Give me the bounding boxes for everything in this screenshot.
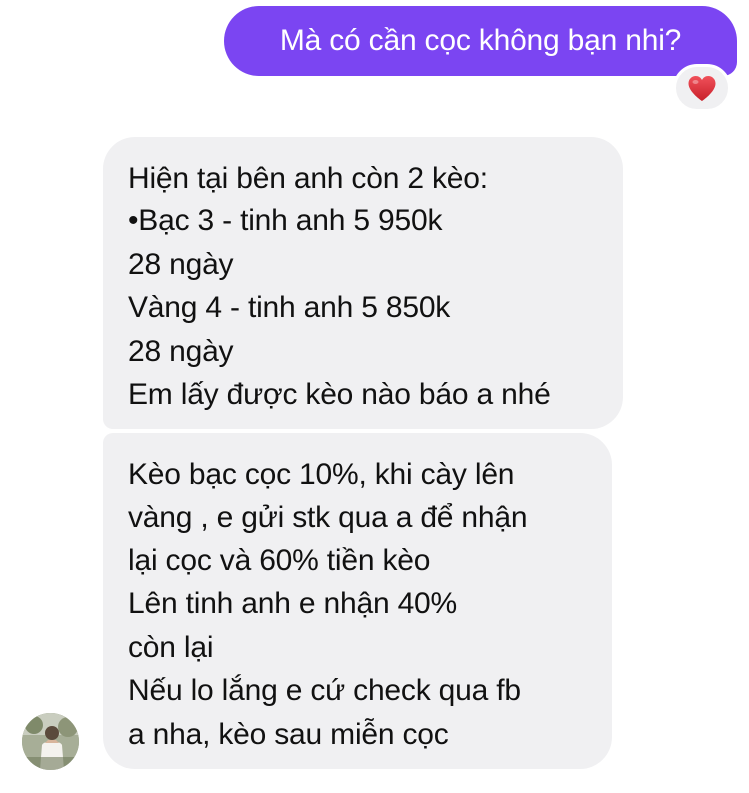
message-line: vàng , e gửi stk qua a để nhận [128, 501, 528, 534]
message-line: Em lấy được kèo nào báo a nhé [128, 378, 551, 411]
message-line: Lên tinh anh e nhận 40% [128, 587, 458, 620]
message-line: Hiện tại bên anh còn 2 kèo: [128, 162, 488, 195]
message-reaction[interactable] [673, 64, 731, 112]
message-line: Nếu lo lắng e cứ check qua fb [128, 674, 521, 707]
sent-message-text: Mà có cần cọc không bạn nhi? [279, 24, 682, 57]
avatar-image [22, 713, 79, 770]
sent-message-bubble[interactable]: Mà có cần cọc không bạn nhi? [224, 6, 737, 76]
message-line: Vàng 4 - tinh anh 5 850k [128, 291, 451, 324]
message-line: a nha, kèo sau miễn cọc [128, 718, 449, 751]
message-line: Kèo bạc cọc 10%, khi cày lên [128, 458, 515, 491]
avatar[interactable] [22, 713, 79, 770]
heart-icon [688, 75, 716, 101]
message-line: còn lại [128, 631, 214, 664]
message-line: lại cọc và 60% tiền kèo [128, 544, 431, 577]
message-line: 28 ngày [128, 335, 234, 368]
message-line: 28 ngày [128, 248, 234, 281]
message-line: •Bạc 3 - tinh anh 5 950k [128, 204, 443, 237]
